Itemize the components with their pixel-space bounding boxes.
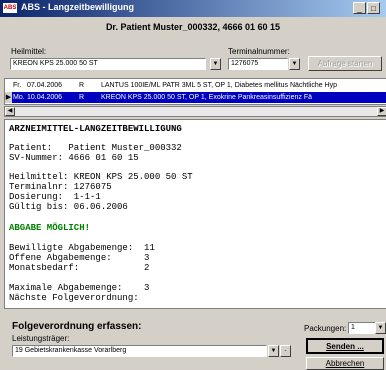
chevron-down-icon: ▼ bbox=[212, 61, 219, 67]
packungen-select[interactable]: 1 bbox=[348, 322, 376, 334]
title-bar[interactable]: ABS ABS - Langzeitbewilligung _ □ bbox=[0, 0, 386, 17]
leistungstraeger-minus-button[interactable]: - bbox=[280, 345, 291, 357]
heilmittel-select[interactable]: KREON KPS 25.000 50 ST bbox=[10, 58, 206, 70]
row-marker: ▶ bbox=[5, 92, 12, 103]
document-abgabe-status: ABGABE MÖGLICH! bbox=[9, 223, 91, 233]
scroll-left-arrow[interactable]: ◀ bbox=[5, 107, 15, 116]
row-date: 07.04.2006 bbox=[27, 82, 63, 89]
abfrage-starten-button[interactable]: Abfrage starten bbox=[308, 56, 382, 71]
document-monatsbedarf: Monatsbedarf: 2 bbox=[9, 263, 150, 273]
row-text: LANTUS 100IE/ML PATR 3ML 5 ST, OP 1, Dia… bbox=[101, 82, 338, 89]
heilmittel-dropdown-button[interactable]: ▼ bbox=[210, 58, 221, 70]
document-terminal: Terminalnr: 1276075 bbox=[9, 182, 112, 192]
minimize-button[interactable]: _ bbox=[353, 2, 366, 14]
row-weekday: Mo. bbox=[13, 94, 25, 101]
leistungstraeger-dropdown-button[interactable]: ▼ bbox=[268, 345, 279, 357]
document-maximale: Maximale Abgabemenge: 3 bbox=[9, 283, 150, 293]
scroll-right-arrow[interactable]: ▶ bbox=[377, 107, 386, 116]
document-dosierung: Dosierung: 1-1-1 bbox=[9, 192, 101, 202]
heilmittel-label: Heilmittel: bbox=[11, 47, 47, 56]
app-icon: ABS bbox=[3, 3, 17, 13]
terminal-dropdown-button[interactable]: ▼ bbox=[289, 58, 300, 70]
prescription-list[interactable]: Fr. 07.04.2006 R LANTUS 100IE/ML PATR 3M… bbox=[4, 78, 386, 105]
document-patient: Patient: Patient Muster_000332 bbox=[9, 143, 182, 153]
chevron-down-icon: ▼ bbox=[291, 61, 298, 67]
terminal-label: Terminalnummer: bbox=[228, 47, 290, 56]
window-title: ABS - Langzeitbewilligung bbox=[21, 2, 134, 12]
row-weekday: Fr. bbox=[13, 82, 22, 89]
senden-button[interactable]: Senden ... bbox=[306, 338, 384, 354]
document-bewilligte: Bewilligte Abgabemenge: 11 bbox=[9, 243, 155, 253]
packungen-dropdown-button[interactable]: ▼ bbox=[375, 322, 386, 334]
row-date: 10.04.2006 bbox=[27, 94, 63, 101]
row-code: R bbox=[79, 94, 85, 101]
patient-header: Dr. Patient Muster_000332, 4666 01 60 15 bbox=[105, 22, 281, 32]
row-text: KREON KPS 25.000 50 ST, OP 1, Exokrine P… bbox=[101, 94, 313, 101]
list-item-selected[interactable]: ▶ Mo. 10.04.2006 R KREON KPS 25.000 50 S… bbox=[5, 92, 386, 103]
list-item[interactable]: Fr. 07.04.2006 R LANTUS 100IE/ML PATR 3M… bbox=[5, 80, 386, 91]
abbrechen-button[interactable]: Abbrechen bbox=[306, 357, 384, 370]
document-offene: Offene Abgabemenge: 3 bbox=[9, 253, 150, 263]
approval-document: ARZNEIMITTEL-LANGZEITBEWILLIGUNG Patient… bbox=[4, 119, 386, 309]
application-window: ABS ABS - Langzeitbewilligung _ □ Dr. Pa… bbox=[0, 0, 386, 370]
leistungstraeger-label: Leistungsträger: bbox=[12, 334, 70, 343]
chevron-down-icon: ▼ bbox=[377, 325, 384, 331]
terminal-select[interactable]: 1276075 bbox=[228, 58, 288, 70]
document-heilmittel: Heilmittel: KREON KPS 25.000 50 ST bbox=[9, 172, 193, 182]
leistungstraeger-select[interactable]: 19 Gebietskrankenkasse Vorarlberg bbox=[12, 345, 267, 357]
chevron-down-icon: ▼ bbox=[270, 348, 277, 354]
document-naechste: Nächste Folgeverordnung: bbox=[9, 293, 139, 303]
document-gueltig: Gültig bis: 06.06.2006 bbox=[9, 202, 128, 212]
document-heading: ARZNEIMITTEL-LANGZEITBEWILLIGUNG bbox=[9, 124, 182, 134]
horizontal-scrollbar[interactable]: ◀ ▶ bbox=[4, 106, 386, 117]
footer-panel: Folgeverordnung erfassen: Leistungsträge… bbox=[0, 312, 386, 370]
folgeverordnung-title: Folgeverordnung erfassen: bbox=[12, 321, 142, 332]
maximize-button[interactable]: □ bbox=[367, 2, 380, 14]
packungen-label: Packungen: bbox=[304, 324, 347, 333]
row-code: R bbox=[79, 82, 85, 89]
document-sv-number: SV-Nummer: 4666 01 60 15 bbox=[9, 153, 139, 163]
